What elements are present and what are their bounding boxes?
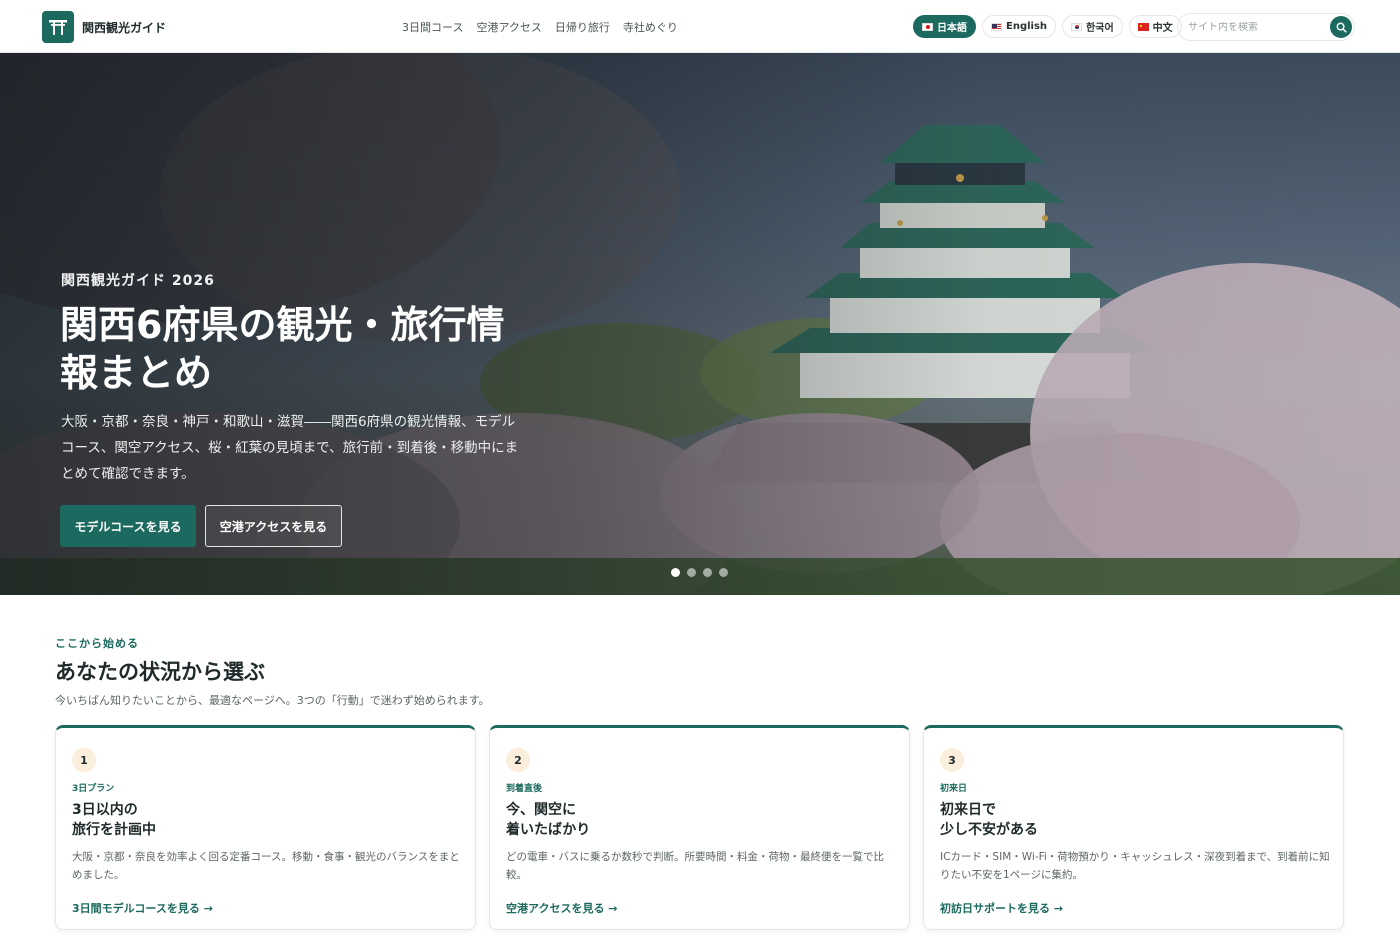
nav-link-day-trip[interactable]: 日帰り旅行	[555, 19, 610, 35]
us-flag-icon	[991, 22, 1002, 31]
lang-button-zh[interactable]: 中文	[1128, 15, 1182, 38]
card-title-line1: 初来日で	[940, 802, 996, 818]
situation-card-3day-plan[interactable]: 1 3日プラン 3日以内の 旅行を計画中 大阪・京都・奈良を効率よく回る定番コー…	[55, 725, 476, 930]
card-title: 3日以内の 旅行を計画中	[72, 800, 452, 840]
site-search	[1177, 13, 1355, 41]
lang-label: 한국어	[1086, 23, 1114, 34]
main-nav: 3日間コース 空港アクセス 日帰り旅行 寺社めぐり	[402, 19, 678, 35]
lang-label: 日本語	[937, 23, 967, 34]
section-description: 今いちばん知りたいことから、最適なページへ。3つの「行動」で迷わず始められます。	[55, 694, 490, 707]
situation-card-just-arrived[interactable]: 2 到着直後 今、関空に 着いたばかり どの電車・バスに乗るか数秒で判断。所要時…	[489, 725, 910, 930]
card-number-badge: 1	[72, 748, 96, 772]
card-tag: 初来日	[940, 784, 968, 794]
logo-text: 関西観光ガイド	[82, 20, 167, 35]
japan-flag-icon	[922, 22, 933, 31]
lang-label: 中文	[1152, 23, 1173, 34]
airport-access-button[interactable]: 空港アクセスを見る	[205, 505, 342, 547]
carousel-dot-4[interactable]	[719, 568, 728, 577]
card-link-airport-access[interactable]: 空港アクセスを見る →	[506, 900, 618, 916]
carousel-dot-3[interactable]	[703, 568, 712, 577]
card-link-3day-course[interactable]: 3日間モデルコースを見る →	[72, 900, 213, 916]
card-tag: 到着直後	[506, 784, 543, 794]
lang-button-ja[interactable]: 日本語	[913, 15, 976, 38]
nav-link-temples[interactable]: 寺社めぐり	[623, 19, 678, 35]
model-course-button[interactable]: モデルコースを見る	[60, 505, 196, 547]
card-tag: 3日プラン	[72, 784, 115, 794]
card-title-line2: 着いたばかり	[506, 822, 591, 838]
section-kicker: ここから始める	[55, 637, 139, 650]
carousel-dot-1[interactable]	[671, 568, 680, 577]
korea-flag-icon	[1071, 22, 1083, 31]
section-title: あなたの状況から選ぶ	[55, 660, 265, 684]
site-logo[interactable]: 関西観光ガイド	[42, 11, 166, 43]
card-title-line2: 少し不安がある	[940, 822, 1038, 838]
site-header: 関西観光ガイド 3日間コース 空港アクセス 日帰り旅行 寺社めぐり 日本語 En…	[0, 0, 1400, 53]
lang-button-en[interactable]: English	[982, 15, 1057, 38]
search-input[interactable]	[1188, 21, 1328, 33]
hero-carousel: 関西観光ガイド 2026 関西6府県の観光・旅行情報まとめ 大阪・京都・奈良・神…	[0, 53, 1400, 595]
lang-label: English	[1006, 21, 1048, 32]
card-title: 今、関空に 着いたばかり	[506, 800, 886, 840]
card-link-first-visit-support[interactable]: 初訪日サポートを見る →	[940, 900, 1063, 916]
china-flag-icon	[1137, 22, 1149, 31]
carousel-dot-2[interactable]	[687, 568, 696, 577]
situation-card-first-visit[interactable]: 3 初来日 初来日で 少し不安がある ICカード・SIM・Wi-Fi・荷物預かり…	[923, 725, 1344, 930]
card-description: ICカード・SIM・Wi-Fi・荷物預かり・キャッシュレス・深夜到着まで、到着前…	[940, 851, 1330, 881]
hero-title: 関西6府県の観光・旅行情報まとめ	[60, 303, 505, 395]
carousel-dots	[671, 568, 728, 577]
card-title: 初来日で 少し不安がある	[940, 800, 1320, 840]
card-title-line2: 旅行を計画中	[72, 822, 156, 838]
card-title-line1: 3日以内の	[72, 802, 138, 818]
card-description: 大阪・京都・奈良を効率よく回る定番コース。移動・食事・観光のバランスをまとめまし…	[72, 851, 460, 881]
search-icon[interactable]	[1330, 16, 1352, 38]
nav-link-3day-course[interactable]: 3日間コース	[402, 19, 463, 35]
language-switcher: 日本語 English 한국어 中文	[913, 15, 1182, 38]
hero-description: 大阪・京都・奈良・神戸・和歌山・滋賀――関西6府県の観光情報、モデルコース、関空…	[61, 414, 519, 482]
hero-kicker: 関西観光ガイド 2026	[61, 273, 215, 289]
nav-link-airport-access[interactable]: 空港アクセス	[476, 19, 541, 35]
torii-logo-icon	[42, 11, 74, 43]
lang-button-ko[interactable]: 한국어	[1062, 15, 1123, 38]
card-description: どの電車・バスに乗るか数秒で判断。所要時間・料金・荷物・最終便を一覧で比較。	[506, 851, 884, 881]
card-number-badge: 3	[940, 748, 964, 772]
card-number-badge: 2	[506, 748, 530, 772]
card-title-line1: 今、関空に	[506, 802, 576, 818]
